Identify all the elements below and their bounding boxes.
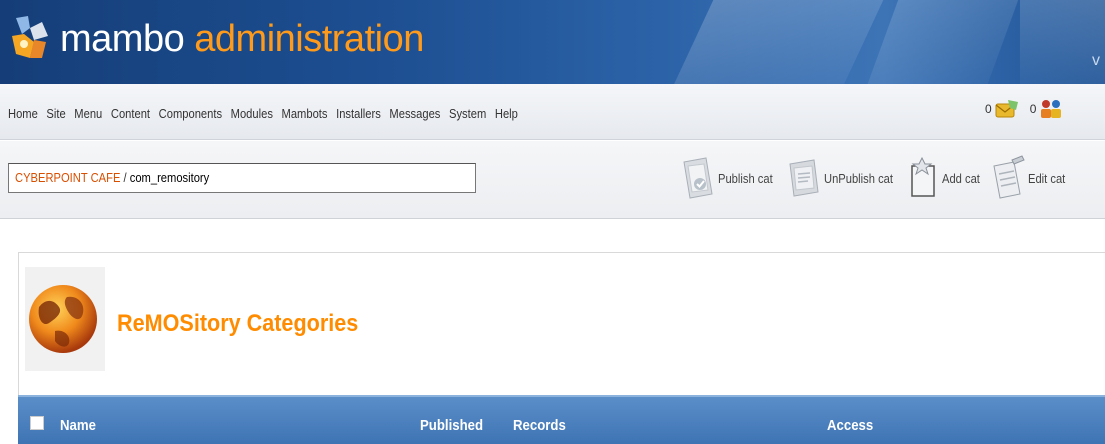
logo-word-mambo: mambo [60,18,185,60]
menu-item-menu[interactable]: Menu [74,106,102,121]
menu-item-home[interactable]: Home [8,106,38,121]
mambo-logo-icon [12,16,48,58]
globe-icon [25,267,105,371]
menu-item-components[interactable]: Components [159,106,222,121]
menu-item-site[interactable]: Site [46,106,65,121]
add-cat-label: Add cat [941,170,980,186]
status-counters: 0 0 [985,98,1064,120]
header-corner-letter: v [1092,52,1100,69]
menu-item-messages[interactable]: Messages [389,106,440,121]
edit-cat-button[interactable]: Edit cat [990,154,1071,202]
pathway-breadcrumb: CYBERPOINT CAFE / com_remository [8,163,476,193]
menu-item-installers[interactable]: Installers [336,106,381,121]
toolbar: Publish cat UnPublish cat Add cat Edit c… [680,143,1075,213]
unpublish-icon [789,159,819,197]
logo-word-administration: administration [194,18,424,60]
categories-table-header: Name Published Records Access [18,395,1105,444]
breadcrumb-site-link[interactable]: CYBERPOINT CAFE [15,170,120,185]
menu-item-content[interactable]: Content [111,106,150,121]
menu-item-help[interactable]: Help [495,106,518,121]
publish-cat-button[interactable]: Publish cat [680,154,782,202]
publish-icon [683,157,713,199]
logo-text: mambo administration [60,16,424,62]
unpublish-cat-button[interactable]: UnPublish cat [786,154,904,202]
main-menu-bar: Home Site Menu Content Components Module… [0,84,1105,140]
menu-item-system[interactable]: System [449,106,486,121]
admin-header: mambo administration v [0,0,1105,84]
breadcrumb-component: com_remository [129,170,210,185]
column-header-published[interactable]: Published [420,417,483,434]
column-header-access[interactable]: Access [827,417,873,434]
edit-category-icon [993,155,1025,199]
users-online-count: 0 [1029,102,1037,116]
publish-cat-label: Publish cat [718,170,773,186]
pathway-toolbar-bar: CYBERPOINT CAFE / com_remository Publish… [0,141,1105,219]
messages-count: 0 [985,102,992,116]
page-title: ReMOSitory Categories [117,310,359,337]
users-online-icon[interactable] [1038,98,1064,120]
column-header-name[interactable]: Name [60,417,96,434]
messages-icon[interactable] [994,98,1020,120]
column-header-records[interactable]: Records [513,417,566,434]
edit-cat-label: Edit cat [1027,170,1066,186]
add-cat-button[interactable]: Add cat [908,154,986,202]
breadcrumb-separator: / [120,170,130,185]
select-all-checkbox[interactable] [30,416,44,430]
unpublish-cat-label: UnPublish cat [823,170,893,186]
main-menu: Home Site Menu Content Components Module… [8,106,526,121]
add-category-icon [911,156,935,197]
menu-item-modules[interactable]: Modules [231,106,273,121]
menu-item-mambots[interactable]: Mambots [282,106,328,121]
